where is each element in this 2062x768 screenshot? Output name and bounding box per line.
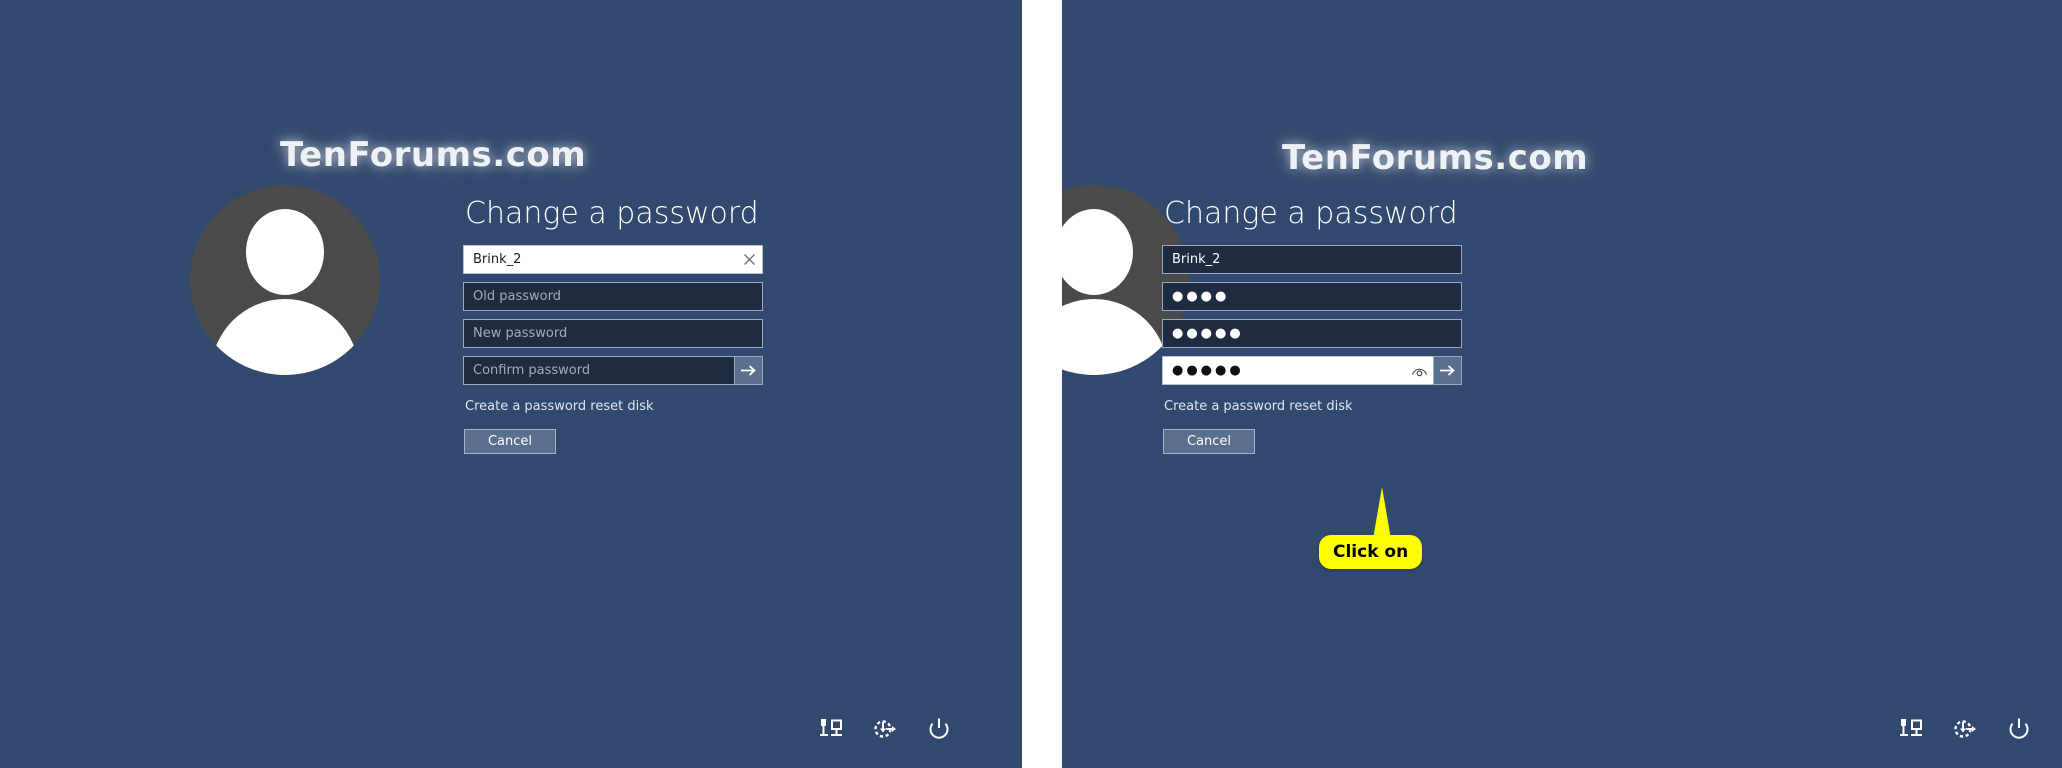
- arrow-right-icon: [740, 364, 757, 377]
- network-icon[interactable]: [1898, 716, 1924, 742]
- page-title: Change a password: [1164, 196, 1458, 231]
- avatar-body: [1062, 299, 1168, 375]
- ease-of-access-icon[interactable]: [872, 716, 898, 742]
- username-value: Brink_2: [1172, 252, 1221, 267]
- network-icon[interactable]: [818, 716, 844, 742]
- login-screen-before: TenForums.com Change a password Brink_2 …: [0, 0, 1022, 768]
- bottom-tray-right: [1898, 716, 2032, 742]
- eye-icon[interactable]: [1405, 357, 1433, 384]
- password-reset-disk-link[interactable]: Create a password reset disk: [1164, 399, 1462, 414]
- page-title: Change a password: [465, 196, 759, 231]
- submit-arrow-button[interactable]: [734, 356, 763, 385]
- cancel-button[interactable]: Cancel: [1163, 429, 1255, 454]
- old-password-field[interactable]: Old password: [463, 282, 763, 311]
- submit-arrow-button[interactable]: [1433, 356, 1462, 385]
- old-password-field[interactable]: ●●●●: [1162, 282, 1462, 311]
- new-password-field[interactable]: ●●●●●: [1162, 319, 1462, 348]
- old-password-placeholder: Old password: [473, 289, 561, 304]
- arrow-right-icon: [1439, 364, 1456, 377]
- avatar-head: [246, 209, 324, 295]
- confirm-password-row: Confirm password: [463, 356, 763, 385]
- password-reset-disk-link[interactable]: Create a password reset disk: [465, 399, 763, 414]
- cancel-button[interactable]: Cancel: [464, 429, 556, 454]
- bottom-tray-left: [818, 716, 952, 742]
- confirm-password-placeholder: Confirm password: [473, 363, 591, 378]
- login-screen-after: TenForums.com Change a password Brink_2 …: [1062, 0, 2062, 768]
- confirm-password-row: ●●●●●: [1162, 356, 1462, 385]
- avatar-head: [1062, 209, 1133, 295]
- power-icon[interactable]: [926, 716, 952, 742]
- ease-of-access-icon[interactable]: [1952, 716, 1978, 742]
- change-password-form: Change a password Brink_2 Old password N…: [463, 196, 763, 454]
- close-icon[interactable]: [736, 246, 762, 273]
- new-password-value: ●●●●●: [1172, 326, 1244, 341]
- user-avatar: [190, 185, 380, 375]
- new-password-field[interactable]: New password: [463, 319, 763, 348]
- tenforums-watermark: TenForums.com: [280, 135, 587, 175]
- confirm-password-field[interactable]: ●●●●●: [1162, 356, 1433, 385]
- username-value: Brink_2: [473, 252, 522, 267]
- avatar-body: [211, 299, 359, 375]
- old-password-value: ●●●●: [1172, 289, 1230, 304]
- power-icon[interactable]: [2006, 716, 2032, 742]
- callout-pointer: [1373, 487, 1391, 539]
- confirm-password-field[interactable]: Confirm password: [463, 356, 734, 385]
- confirm-password-value: ●●●●●: [1172, 363, 1244, 378]
- new-password-placeholder: New password: [473, 326, 568, 341]
- username-field[interactable]: Brink_2: [463, 245, 763, 274]
- username-field[interactable]: Brink_2: [1162, 245, 1462, 274]
- change-password-form: Change a password Brink_2 ●●●● ●●●●● ●●●…: [1162, 196, 1462, 454]
- click-on-callout: Click on: [1319, 535, 1423, 569]
- screenshot-stage: TenForums.com Change a password Brink_2 …: [0, 0, 2062, 768]
- tenforums-watermark: TenForums.com: [1282, 138, 1589, 178]
